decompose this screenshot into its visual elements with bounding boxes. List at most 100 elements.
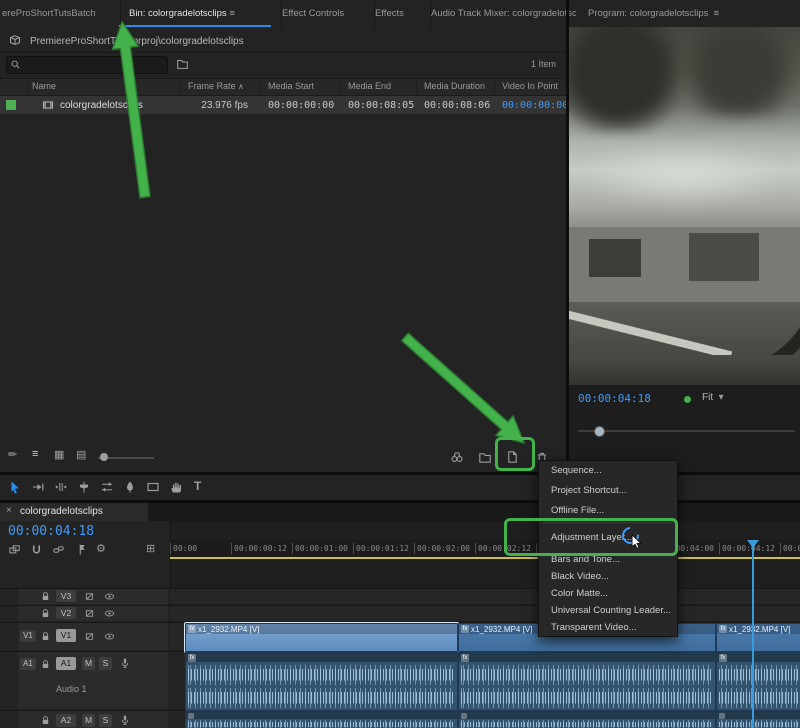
clip-color-label[interactable] [6, 100, 16, 110]
tab-audio-track-mixer[interactable]: Audio Track Mixer: colorgradelotsclips [421, 0, 576, 27]
row-cell-frame-rate: 23.976 fps [186, 100, 248, 111]
track-select-tool-icon[interactable] [31, 480, 45, 494]
find-icon[interactable] [450, 450, 464, 464]
track-target-a1[interactable]: A1 [56, 657, 76, 670]
menu-item-black-video[interactable]: Black Video... [539, 568, 677, 585]
ripple-edit-tool-icon[interactable] [54, 480, 68, 494]
pen-tool-icon[interactable] [123, 480, 137, 494]
ruler-label: 00:00:02:00 [414, 543, 470, 554]
hand-tool-icon[interactable] [169, 480, 183, 494]
new-bin-icon[interactable] [478, 450, 492, 464]
menu-item-universal-counting-leader[interactable]: Universal Counting Leader... [539, 602, 677, 619]
column-header-video-in-point[interactable]: Video In Point [502, 81, 558, 91]
track-target-a2[interactable]: A2 [56, 714, 76, 727]
sync-lock-icon[interactable] [84, 608, 95, 619]
row-cell-video-in-point[interactable]: 00:00:00:00 [502, 100, 568, 111]
eye-icon[interactable] [104, 591, 115, 602]
tab-project-batch[interactable]: ereProShortTutsBatch [0, 0, 121, 27]
list-view-icon[interactable]: ≡ [32, 448, 38, 460]
ruler-label: 00:00:05:00 [780, 543, 800, 554]
icon-view-icon[interactable]: ▦ [54, 448, 64, 461]
video-clip[interactable]: fxx1_2932.MP4 [V] [185, 623, 458, 652]
program-timecode[interactable]: 00:00:04:18 [578, 392, 651, 405]
zoom-level-dropdown[interactable]: Fit ▾ [702, 392, 724, 403]
fx-badge: fx [719, 654, 727, 662]
menu-item-project-shortcut[interactable]: Project Shortcut... [539, 481, 677, 501]
nest-toggle-icon[interactable] [8, 543, 21, 556]
lock-icon[interactable] [40, 659, 51, 670]
eye-icon[interactable] [104, 608, 115, 619]
audio-clip[interactable] [458, 711, 716, 728]
tab-program-monitor[interactable]: Program: colorgradelotsclips ≡ [578, 0, 800, 27]
panel-menu-icon[interactable]: ≡ [229, 8, 235, 19]
mute-button[interactable]: M [82, 714, 95, 727]
column-header-media-duration[interactable]: Media Duration [424, 81, 485, 91]
project-writable-icon[interactable]: ✏ [8, 448, 17, 461]
menu-item-color-matte[interactable]: Color Matte... [539, 585, 677, 602]
source-patch-a1[interactable]: A1 [20, 658, 36, 670]
breadcrumb[interactable]: PremiereProShortTut...prproj\colorgradel… [30, 36, 244, 47]
linked-selection-icon[interactable] [52, 543, 65, 556]
track-target-v2[interactable]: V2 [56, 607, 76, 619]
column-header-frame-rate[interactable]: Frame Rate ∧ [188, 81, 244, 91]
column-header-media-end[interactable]: Media End [348, 81, 391, 91]
fx-badge: fx [188, 625, 196, 633]
search-box[interactable] [6, 56, 168, 74]
audio-clip[interactable]: fx [185, 652, 458, 711]
audio-clip[interactable]: fx [458, 652, 716, 711]
tab-bin-colorgradelotsclips[interactable]: Bin: colorgradelotsclips ≡ [119, 0, 282, 27]
eye-icon[interactable] [104, 631, 115, 642]
mouse-cursor-icon [631, 535, 646, 550]
solo-button[interactable]: S [99, 714, 112, 727]
mic-icon[interactable] [119, 714, 131, 726]
column-header-name[interactable]: Name [32, 81, 56, 91]
program-scrubber-track[interactable] [578, 430, 795, 432]
timeline-grid-icon[interactable]: ⊞ [146, 542, 155, 555]
lock-icon[interactable] [40, 631, 51, 642]
lock-icon[interactable] [40, 715, 51, 726]
menu-item-transparent-video[interactable]: Transparent Video... [539, 619, 677, 636]
type-tool-icon[interactable]: T [194, 479, 201, 493]
search-input[interactable] [25, 58, 165, 72]
tools-panel [0, 475, 800, 500]
playhead[interactable] [752, 540, 754, 728]
video-foreground [569, 355, 800, 385]
mute-button[interactable]: M [82, 657, 95, 670]
bin-icon [8, 33, 22, 47]
rectangle-tool-icon[interactable] [146, 480, 160, 494]
track-target-v3[interactable]: V3 [56, 590, 76, 602]
waveform [188, 687, 455, 708]
video-clip[interactable]: fxx1_2932.MP4 [V] [716, 623, 800, 652]
mic-icon[interactable] [119, 657, 131, 669]
column-header-media-start[interactable]: Media Start [268, 81, 314, 91]
add-marker-icon[interactable] [76, 543, 89, 556]
fx-badge: fx [461, 625, 469, 633]
timeline-tab[interactable]: × colorgradelotsclips [0, 503, 148, 521]
solo-button[interactable]: S [99, 657, 112, 670]
filter-bin-icon[interactable] [176, 57, 189, 70]
selection-tool-icon[interactable] [8, 480, 22, 494]
audio-track-label: Audio 1 [56, 684, 87, 694]
lock-icon[interactable] [40, 591, 51, 602]
zoom-slider-handle[interactable] [100, 453, 108, 461]
panel-menu-icon[interactable]: ≡ [714, 8, 720, 19]
source-patch-v1[interactable]: V1 [20, 630, 36, 642]
timeline-timecode[interactable]: 00:00:04:18 [8, 524, 94, 539]
close-icon[interactable]: × [6, 505, 12, 516]
audio-clip[interactable] [716, 711, 800, 728]
audio-clip[interactable]: fx [716, 652, 800, 711]
sync-lock-icon[interactable] [84, 591, 95, 602]
razor-tool-icon[interactable] [77, 480, 91, 494]
video-tree-foliage [664, 27, 800, 117]
freeform-view-icon[interactable]: ▤ [76, 448, 86, 461]
snap-magnet-icon[interactable] [30, 543, 43, 556]
slip-tool-icon[interactable] [100, 480, 114, 494]
audio-clip[interactable] [185, 711, 458, 728]
lock-icon[interactable] [40, 608, 51, 619]
timeline-settings-icon[interactable]: ⚙ [96, 542, 106, 555]
program-scrubber-knob[interactable] [594, 426, 605, 437]
track-target-v1[interactable]: V1 [56, 629, 76, 642]
sync-lock-icon[interactable] [84, 631, 95, 642]
menu-item-sequence[interactable]: Sequence... [539, 461, 677, 481]
tab-effect-controls[interactable]: Effect Controls [272, 0, 375, 27]
